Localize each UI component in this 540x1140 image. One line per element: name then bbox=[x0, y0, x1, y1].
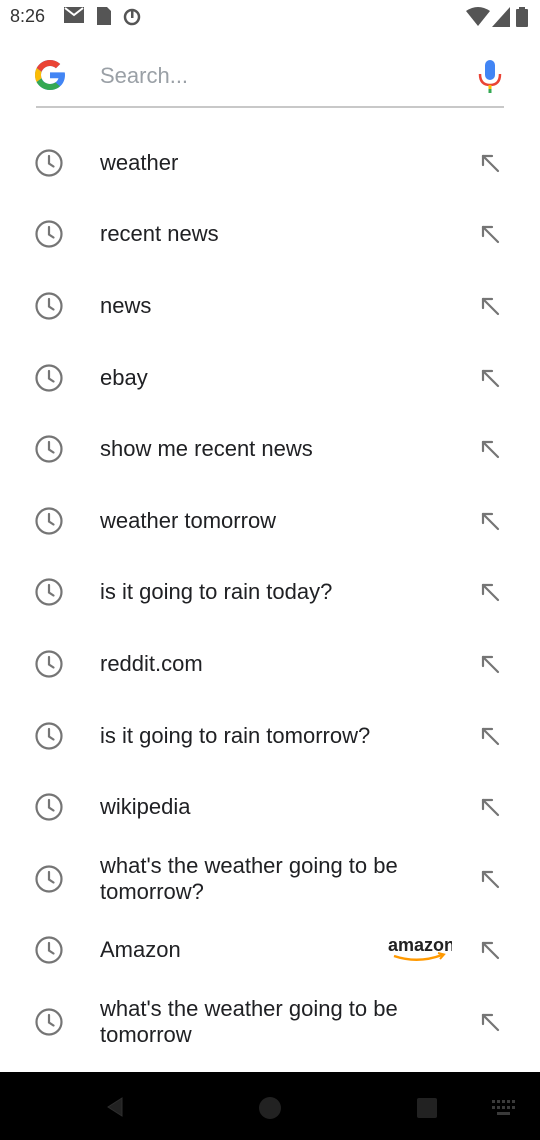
keyboard-icon[interactable] bbox=[492, 1100, 518, 1116]
search-underline bbox=[36, 106, 504, 108]
signal-icon bbox=[492, 7, 510, 27]
back-icon[interactable] bbox=[104, 1096, 126, 1118]
fill-arrow-icon[interactable] bbox=[478, 294, 502, 318]
suggestion-item[interactable]: is it going to rain tomorrow? bbox=[0, 700, 540, 772]
suggestion-label: weather tomorrow bbox=[100, 507, 277, 533]
suggestion-item[interactable]: weather bbox=[0, 127, 540, 199]
history-clock-icon bbox=[35, 1008, 63, 1036]
suggestion-label: wikipedia bbox=[100, 794, 191, 820]
amazon-logo-icon: amazon bbox=[388, 935, 452, 962]
history-clock-icon bbox=[35, 435, 63, 463]
recents-icon[interactable] bbox=[416, 1097, 438, 1119]
suggestion-label: news bbox=[100, 292, 152, 318]
history-clock-icon bbox=[35, 149, 63, 177]
fill-arrow-icon[interactable] bbox=[478, 724, 502, 748]
suggestion-item[interactable]: recent news bbox=[0, 199, 540, 271]
suggestion-label: reddit.com bbox=[100, 650, 203, 676]
history-clock-icon bbox=[35, 220, 63, 248]
history-clock-icon bbox=[35, 865, 63, 893]
suggestion-item[interactable]: ebay bbox=[0, 342, 540, 414]
suggestion-item[interactable]: weather tomorrow bbox=[0, 485, 540, 557]
history-clock-icon bbox=[35, 578, 63, 606]
history-clock-icon bbox=[35, 363, 63, 392]
suggestion-item[interactable]: show me recent news bbox=[0, 413, 540, 485]
status-bar: 8:26 bbox=[0, 0, 540, 34]
suggestion-label: ebay bbox=[100, 364, 148, 390]
fill-arrow-icon[interactable] bbox=[478, 1010, 502, 1034]
fill-arrow-icon[interactable] bbox=[478, 795, 502, 819]
suggestion-item[interactable]: what's the weather going to be tomorrow? bbox=[0, 843, 540, 915]
history-clock-icon bbox=[35, 936, 63, 964]
fill-arrow-icon[interactable] bbox=[478, 222, 502, 246]
suggestion-item[interactable]: wikipedia bbox=[0, 771, 540, 843]
suggestion-label: weather bbox=[100, 149, 179, 175]
suggestion-label: show me recent news bbox=[100, 436, 313, 462]
fill-arrow-icon[interactable] bbox=[478, 580, 502, 604]
history-clock-icon bbox=[35, 292, 63, 320]
wifi-icon bbox=[466, 7, 490, 26]
fill-arrow-icon[interactable] bbox=[478, 437, 502, 461]
battery-icon bbox=[516, 7, 528, 27]
suggestion-label: is it going to rain tomorrow? bbox=[100, 722, 371, 748]
search-bar bbox=[0, 40, 540, 114]
fill-arrow-icon[interactable] bbox=[478, 938, 502, 962]
suggestion-label: what's the weather going to be tomorrow bbox=[100, 995, 398, 1047]
suggestion-item[interactable]: is it going to rain today? bbox=[0, 557, 540, 629]
suggestion-label: recent news bbox=[100, 221, 219, 247]
navigation-bar bbox=[0, 1072, 540, 1140]
suggestion-item[interactable]: reddit.com bbox=[0, 628, 540, 700]
fill-arrow-icon[interactable] bbox=[478, 652, 502, 676]
gmail-icon bbox=[64, 7, 84, 23]
microphone-icon[interactable] bbox=[476, 58, 504, 94]
sync-icon bbox=[123, 8, 141, 26]
suggestion-list: weather recent news news ebay show me recent… bbox=[0, 127, 540, 1058]
history-clock-icon bbox=[35, 650, 63, 678]
suggestion-label: what's the weather going to be tomorrow? bbox=[100, 852, 398, 904]
suggestion-item[interactable]: what's the weather going to be tomorrow bbox=[0, 986, 540, 1058]
fill-arrow-icon[interactable] bbox=[478, 366, 502, 390]
fill-arrow-icon[interactable] bbox=[478, 509, 502, 533]
history-clock-icon bbox=[35, 721, 63, 750]
suggestion-label: Amazon bbox=[100, 937, 181, 963]
svg-text:amazon: amazon bbox=[388, 935, 452, 955]
search-input[interactable] bbox=[100, 58, 460, 94]
google-logo-icon bbox=[35, 60, 65, 90]
suggestion-item[interactable]: Amazon amazon bbox=[0, 915, 540, 987]
home-icon[interactable] bbox=[256, 1094, 284, 1122]
fill-arrow-icon[interactable] bbox=[478, 867, 502, 891]
sd-card-icon bbox=[97, 7, 111, 25]
history-clock-icon bbox=[35, 507, 63, 535]
status-time: 8:26 bbox=[10, 6, 46, 26]
suggestion-label: is it going to rain today? bbox=[100, 579, 333, 605]
suggestion-item[interactable]: news bbox=[0, 270, 540, 342]
fill-arrow-icon[interactable] bbox=[478, 151, 502, 175]
history-clock-icon bbox=[35, 793, 63, 821]
